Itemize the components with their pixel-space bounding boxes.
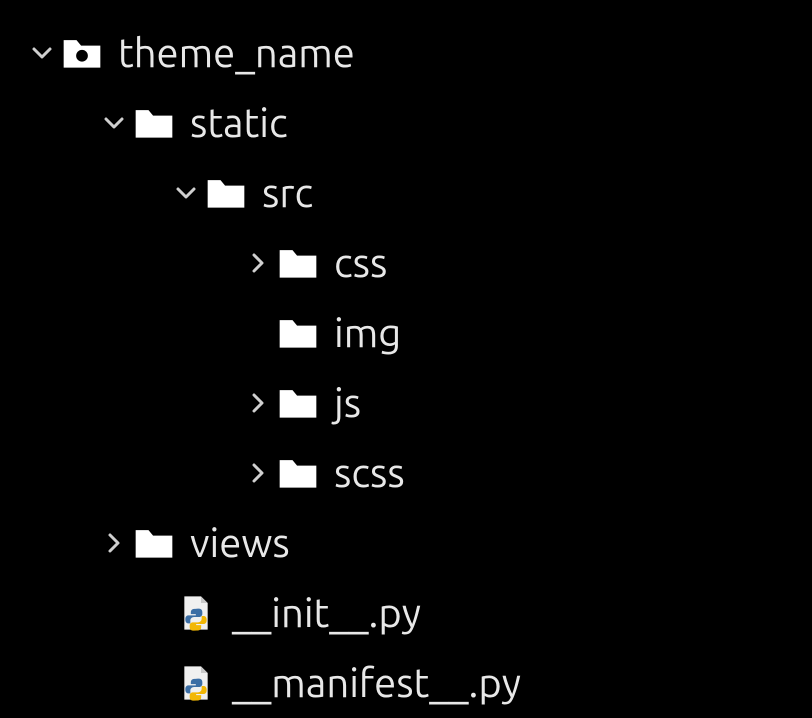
tree-item-img[interactable]: img: [24, 298, 812, 368]
folder-icon: [276, 381, 320, 425]
folder-icon: [276, 311, 320, 355]
folder-icon: [132, 101, 176, 145]
folder-module-icon: [60, 31, 104, 75]
chevron-down-icon: [96, 105, 132, 141]
tree-item-label: img: [334, 313, 401, 353]
tree-item-label: __manifest__.py: [232, 663, 521, 703]
tree-item-label: theme_name: [118, 33, 355, 73]
chevron-down-icon: [24, 35, 60, 71]
chevron-right-icon: [240, 385, 276, 421]
python-file-icon: [174, 661, 218, 705]
chevron-down-icon: [168, 175, 204, 211]
tree-item-label: src: [262, 173, 313, 213]
chevron-right-icon: [240, 245, 276, 281]
python-file-icon: [174, 591, 218, 635]
tree-item-label: js: [334, 383, 361, 423]
tree-item-label: views: [190, 523, 290, 563]
folder-icon: [276, 451, 320, 495]
tree-item-css[interactable]: css: [24, 228, 812, 298]
tree-item-manifest-py[interactable]: __manifest__.py: [24, 648, 812, 718]
tree-item-init-py[interactable]: __init__.py: [24, 578, 812, 648]
tree-item-src[interactable]: src: [24, 158, 812, 228]
tree-item-theme-name[interactable]: theme_name: [24, 18, 812, 88]
tree-item-label: css: [334, 243, 387, 283]
tree-item-js[interactable]: js: [24, 368, 812, 438]
folder-icon: [132, 521, 176, 565]
tree-item-static[interactable]: static: [24, 88, 812, 158]
chevron-right-icon: [96, 525, 132, 561]
tree-item-label: static: [190, 103, 288, 143]
tree-item-label: __init__.py: [232, 593, 421, 633]
folder-icon: [204, 171, 248, 215]
tree-item-scss[interactable]: scss: [24, 438, 812, 508]
chevron-right-icon: [240, 455, 276, 491]
folder-icon: [276, 241, 320, 285]
tree-item-views[interactable]: views: [24, 508, 812, 578]
tree-item-label: scss: [334, 453, 405, 493]
